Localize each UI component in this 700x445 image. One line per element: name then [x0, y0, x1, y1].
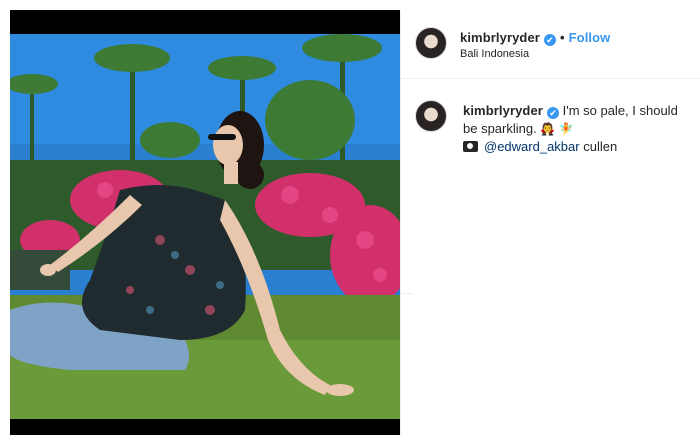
mention-link[interactable]: @edward_akbar — [484, 139, 580, 154]
follow-button[interactable]: Follow — [569, 30, 611, 45]
post-location[interactable]: Bali Indonesia — [460, 48, 529, 60]
verified-badge-icon: ✔ — [543, 34, 556, 46]
post-header: kimbrlyryder ✔ • Follow Bali Indonesia — [401, 10, 700, 79]
verified-badge-icon: ✔ — [546, 107, 559, 119]
instagram-post: kimbrlyryder ✔ • Follow Bali Indonesia kimb… — [0, 0, 700, 445]
photo-illustration — [10, 10, 400, 435]
comments-divider — [401, 293, 413, 294]
caption-text: kimbrlyryder ✔ I'm so pale, I should be s… — [463, 102, 691, 156]
vampire-emoji-icon: 🧛 — [540, 122, 556, 136]
camera-icon — [463, 141, 478, 152]
author-avatar[interactable] — [415, 27, 447, 59]
fairy-emoji-icon: 🧚 — [558, 122, 574, 136]
author-line: kimbrlyryder ✔ • Follow — [460, 30, 610, 46]
separator-dot: • — [559, 30, 565, 45]
caption-username[interactable]: kimbrlyryder — [463, 103, 543, 118]
author-username[interactable]: kimbrlyryder — [460, 30, 540, 45]
caption-body-2: cullen — [583, 139, 618, 154]
caption-avatar[interactable] — [415, 100, 447, 132]
post-photo[interactable] — [10, 10, 400, 435]
